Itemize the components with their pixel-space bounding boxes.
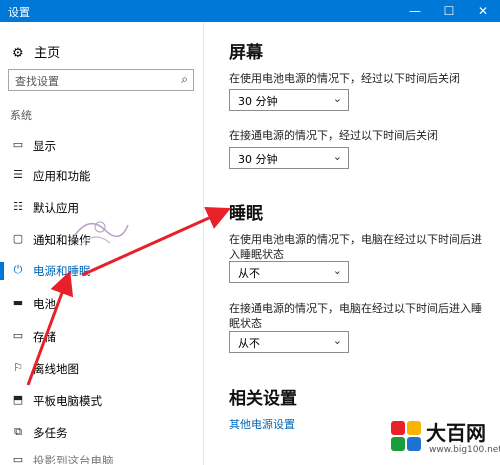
chevron-down-icon: ⌄ xyxy=(332,150,342,163)
sleep-plugged-dropdown[interactable]: 从不 ⌄ xyxy=(229,331,349,353)
screen-battery-dropdown[interactable]: 30 分钟 ⌄ xyxy=(229,89,349,111)
decorative-stamp xyxy=(74,221,129,246)
dropdown-value: 从不 xyxy=(238,337,260,350)
chevron-down-icon: ⌄ xyxy=(332,264,342,277)
project-icon: ▭ xyxy=(12,453,24,464)
main-content: 屏幕 在使用电池电源的情况下，经过以下时间后关闭 30 分钟 ⌄ 在接通电源的情… xyxy=(203,22,500,465)
close-button[interactable]: ✕ xyxy=(466,0,500,22)
sidebar-item-battery[interactable]: ▬ 电池 xyxy=(0,293,203,315)
sidebar-item-storage[interactable]: ▭ 存储 xyxy=(0,326,203,348)
sidebar-item-offline-maps[interactable]: ⚐ 离线地图 xyxy=(0,358,203,380)
sidebar-item-multitasking[interactable]: ⧉ 多任务 xyxy=(0,422,203,444)
home-link[interactable]: ⚙ 主页 xyxy=(12,42,60,61)
section-label: 系统 xyxy=(10,109,32,122)
battery-icon: ▬ xyxy=(12,296,24,309)
watermark: 大百网 www.big100.net xyxy=(383,415,500,465)
dropdown-value: 从不 xyxy=(238,267,260,280)
sidebar-item-label: 离线地图 xyxy=(33,362,79,376)
sidebar-item-label: 多任务 xyxy=(33,426,68,440)
sleep-plugged-label: 在接通电源的情况下，电脑在经过以下时间后进入睡眠状态 xyxy=(229,302,482,330)
active-indicator xyxy=(0,262,4,280)
home-label: 主页 xyxy=(34,46,61,61)
dropdown-value: 30 分钟 xyxy=(238,95,278,108)
sidebar-item-display[interactable]: ▭ 显示 xyxy=(0,135,203,157)
minimize-button[interactable]: — xyxy=(398,0,432,22)
watermark-brand: 大百网 xyxy=(426,421,486,445)
dropdown-value: 30 分钟 xyxy=(238,153,278,166)
apps-icon: ☰ xyxy=(13,168,23,181)
screen-plugged-label: 在接通电源的情况下，经过以下时间后关闭 xyxy=(229,129,438,142)
power-icon: ⏻ xyxy=(13,263,23,276)
sidebar-item-label: 应用和功能 xyxy=(33,169,91,183)
related-settings-heading: 相关设置 xyxy=(229,389,297,409)
watermark-url: www.big100.net xyxy=(429,445,500,455)
sleep-battery-dropdown[interactable]: 从不 ⌄ xyxy=(229,261,349,283)
sidebar-item-label: 投影到这台电脑 xyxy=(33,454,114,464)
storage-icon: ▭ xyxy=(12,329,24,342)
sidebar-item-label: 平板电脑模式 xyxy=(33,394,102,408)
gear-icon: ⚙ xyxy=(12,46,24,61)
sidebar-item-apps[interactable]: ☰ 应用和功能 xyxy=(0,165,203,187)
map-icon: ⚐ xyxy=(13,361,23,374)
screen-plugged-dropdown[interactable]: 30 分钟 ⌄ xyxy=(229,147,349,169)
title-bar: 设置 — ☐ ✕ xyxy=(0,0,500,22)
sidebar-item-tablet-mode[interactable]: ⬒ 平板电脑模式 xyxy=(0,390,203,412)
multitask-icon: ⧉ xyxy=(14,425,22,438)
maximize-button[interactable]: ☐ xyxy=(432,0,466,22)
sidebar-item-label: 电池 xyxy=(33,297,56,311)
chevron-down-icon: ⌄ xyxy=(332,92,342,105)
sleep-heading: 睡眠 xyxy=(229,204,263,224)
window-title: 设置 xyxy=(8,6,30,19)
default-apps-icon: ☷ xyxy=(13,200,23,213)
sidebar-item-power[interactable]: ⏻ 电源和睡眠 xyxy=(0,260,203,282)
sidebar-item-label: 显示 xyxy=(33,139,56,153)
chevron-down-icon: ⌄ xyxy=(332,334,342,347)
sleep-battery-label: 在使用电池电源的情况下，电脑在经过以下时间后进入睡眠状态 xyxy=(229,233,482,261)
sidebar-item-label: 电源和睡眠 xyxy=(33,264,91,278)
tablet-icon: ⬒ xyxy=(12,393,24,406)
sidebar-item-label: 存储 xyxy=(33,330,56,344)
notifications-icon: ▢ xyxy=(12,232,24,245)
sidebar-item-project[interactable]: ▭ 投影到这台电脑 xyxy=(0,450,203,464)
screen-battery-label: 在使用电池电源的情况下，经过以下时间后关闭 xyxy=(229,72,460,85)
search-input[interactable]: 查找设置 ⌕ xyxy=(8,69,194,91)
screen-heading: 屏幕 xyxy=(229,43,263,63)
display-icon: ▭ xyxy=(12,138,24,151)
search-icon: ⌕ xyxy=(181,72,188,86)
other-power-settings-link[interactable]: 其他电源设置 xyxy=(229,416,295,432)
watermark-logo-icon xyxy=(391,421,421,451)
search-placeholder: 查找设置 xyxy=(15,75,59,88)
